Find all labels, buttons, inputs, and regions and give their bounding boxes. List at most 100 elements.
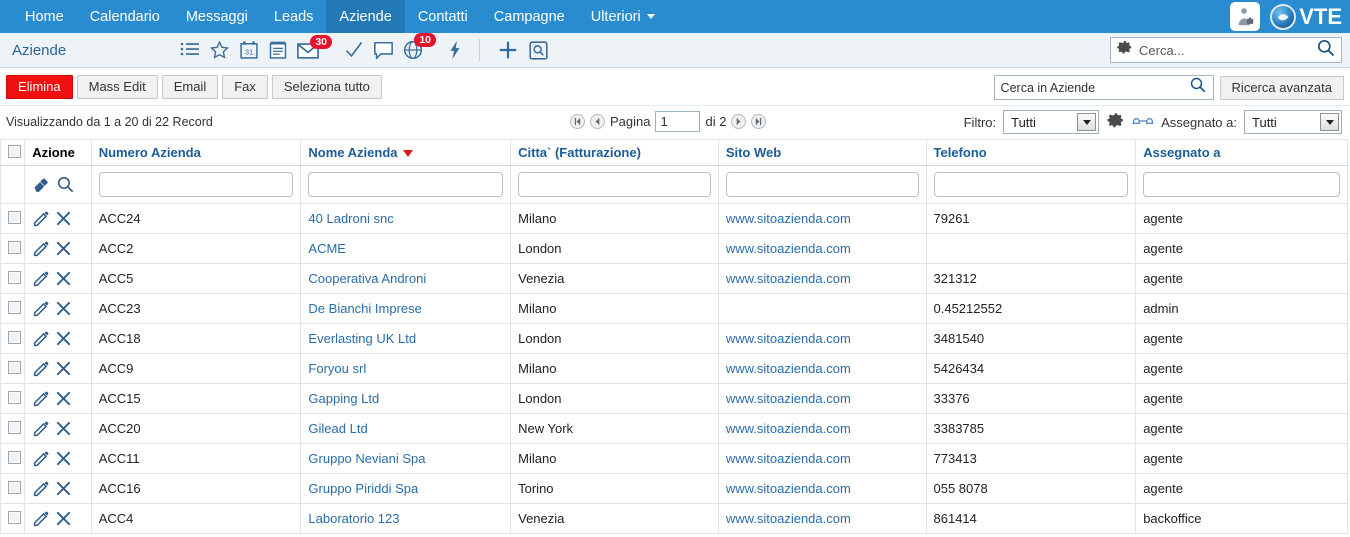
- user-avatar[interactable]: [1230, 2, 1261, 31]
- cell-nome-azienda[interactable]: Foryou srl: [300, 353, 512, 384]
- row-select-cell[interactable]: [0, 263, 26, 294]
- cell-nome-azienda-value[interactable]: Gruppo Neviani Spa: [308, 451, 425, 466]
- cell-sito-web-value[interactable]: www.sitoazienda.com: [726, 361, 851, 376]
- nav-item-campagne[interactable]: Campagne: [481, 0, 578, 33]
- cell-nome-azienda[interactable]: De Bianchi Imprese: [300, 293, 512, 324]
- row-checkbox[interactable]: [8, 210, 21, 224]
- cell-nome-azienda-value[interactable]: Cooperativa Androni: [308, 271, 426, 286]
- cell-nome-azienda-value[interactable]: Foryou srl: [308, 361, 366, 376]
- cell-nome-azienda-value[interactable]: Laboratorio 123: [308, 511, 399, 526]
- cell-sito-web[interactable]: [717, 293, 927, 324]
- quick-search-icon[interactable]: [528, 40, 549, 61]
- row-select-cell[interactable]: [0, 293, 26, 324]
- filter-sito-web-input[interactable]: [725, 172, 919, 197]
- module-search-box[interactable]: Cerca in Aziende: [993, 75, 1214, 100]
- gear-icon[interactable]: [1116, 39, 1133, 61]
- edit-icon[interactable]: [32, 420, 50, 438]
- nav-item-ulteriori[interactable]: Ulteriori: [578, 0, 668, 33]
- advanced-search-button[interactable]: Ricerca avanzata: [1219, 75, 1344, 100]
- cell-sito-web[interactable]: www.sitoazienda.com: [717, 323, 927, 354]
- cell-nome-azienda[interactable]: Cooperativa Androni: [300, 263, 512, 294]
- edit-icon[interactable]: [32, 270, 50, 288]
- glasses-icon[interactable]: [1132, 114, 1154, 131]
- row-select-cell[interactable]: [0, 323, 26, 354]
- cell-sito-web[interactable]: www.sitoazienda.com: [717, 503, 927, 534]
- edit-icon[interactable]: [32, 450, 50, 468]
- cell-nome-azienda[interactable]: ACME: [300, 233, 512, 264]
- row-select-cell[interactable]: [0, 353, 26, 384]
- row-select-cell[interactable]: [0, 413, 26, 444]
- delete-icon[interactable]: [55, 480, 72, 497]
- delete-icon[interactable]: [55, 360, 72, 377]
- filter-telefono-input[interactable]: [933, 172, 1129, 197]
- row-select-cell[interactable]: [0, 473, 26, 504]
- globe-icon[interactable]: 10: [403, 33, 436, 60]
- header-sito-web[interactable]: Sito Web: [717, 139, 927, 166]
- edit-icon[interactable]: [32, 240, 50, 258]
- row-checkbox[interactable]: [8, 300, 21, 314]
- cell-nome-azienda[interactable]: Laboratorio 123: [300, 503, 512, 534]
- row-checkbox[interactable]: [8, 240, 21, 254]
- filter-citta-input[interactable]: [518, 172, 711, 197]
- chat-icon[interactable]: [373, 41, 394, 60]
- cell-sito-web-value[interactable]: www.sitoazienda.com: [726, 421, 851, 436]
- envelope-icon[interactable]: 30: [297, 34, 332, 59]
- delete-icon[interactable]: [55, 300, 72, 317]
- cell-nome-azienda[interactable]: Gruppo Piriddi Spa: [300, 473, 512, 504]
- header-nome-azienda[interactable]: Nome Azienda: [300, 139, 512, 166]
- cell-nome-azienda[interactable]: Gilead Ltd: [300, 413, 512, 444]
- edit-icon[interactable]: [32, 510, 50, 528]
- row-checkbox[interactable]: [8, 510, 21, 524]
- fax-button[interactable]: Fax: [222, 74, 268, 99]
- edit-icon[interactable]: [32, 480, 50, 498]
- cell-nome-azienda-value[interactable]: Gapping Ltd: [308, 391, 379, 406]
- lightning-icon[interactable]: [448, 40, 462, 60]
- cell-nome-azienda-value[interactable]: Gilead Ltd: [308, 421, 367, 436]
- filter-settings-gear-icon[interactable]: [1106, 111, 1125, 133]
- email-button[interactable]: Email: [161, 74, 219, 99]
- cell-sito-web[interactable]: www.sitoazienda.com: [717, 203, 927, 234]
- row-checkbox[interactable]: [8, 330, 21, 344]
- cell-nome-azienda[interactable]: Everlasting UK Ltd: [300, 323, 512, 354]
- row-select-cell[interactable]: [0, 203, 26, 234]
- cell-sito-web-value[interactable]: www.sitoazienda.com: [726, 451, 851, 466]
- cell-nome-azienda-value[interactable]: Everlasting UK Ltd: [308, 331, 416, 346]
- row-select-cell[interactable]: [0, 443, 26, 474]
- page-number-input[interactable]: [655, 111, 701, 132]
- edit-icon[interactable]: [32, 360, 50, 378]
- list-icon[interactable]: [180, 41, 200, 59]
- row-checkbox[interactable]: [8, 480, 21, 494]
- cell-sito-web-value[interactable]: www.sitoazienda.com: [726, 331, 851, 346]
- cell-sito-web[interactable]: www.sitoazienda.com: [717, 473, 927, 504]
- header-citta[interactable]: Citta` (Fatturazione): [510, 139, 719, 166]
- notes-icon[interactable]: [268, 40, 288, 60]
- cell-sito-web[interactable]: www.sitoazienda.com: [717, 443, 927, 474]
- first-page-button[interactable]: [570, 114, 585, 129]
- mass-edit-button[interactable]: Mass Edit: [76, 74, 158, 99]
- cell-sito-web[interactable]: www.sitoazienda.com: [717, 233, 927, 264]
- delete-icon[interactable]: [55, 330, 72, 347]
- cell-nome-azienda[interactable]: Gruppo Neviani Spa: [300, 443, 512, 474]
- header-numero-azienda[interactable]: Numero Azienda: [90, 139, 302, 166]
- vte-logo[interactable]: VTE: [1270, 3, 1342, 30]
- edit-icon[interactable]: [32, 300, 50, 318]
- last-page-button[interactable]: [751, 114, 767, 129]
- delete-icon[interactable]: [55, 210, 72, 227]
- filter-nome-azienda-input[interactable]: [308, 172, 504, 197]
- next-page-button[interactable]: [731, 114, 747, 129]
- delete-icon[interactable]: [55, 510, 72, 527]
- edit-icon[interactable]: [32, 390, 50, 408]
- assigned-to-select[interactable]: Tutti: [1244, 110, 1342, 134]
- cell-sito-web-value[interactable]: www.sitoazienda.com: [726, 511, 851, 526]
- delete-icon[interactable]: [55, 390, 72, 407]
- edit-icon[interactable]: [32, 210, 50, 228]
- previous-page-button[interactable]: [590, 114, 605, 129]
- nav-item-leads[interactable]: Leads: [261, 0, 327, 33]
- cell-nome-azienda[interactable]: Gapping Ltd: [300, 383, 512, 414]
- cell-sito-web[interactable]: www.sitoazienda.com: [717, 263, 927, 294]
- nav-item-aziende[interactable]: Aziende: [326, 0, 405, 33]
- select-all-checkbox[interactable]: [8, 144, 21, 158]
- chevron-down-icon[interactable]: [1320, 113, 1339, 131]
- cell-sito-web-value[interactable]: www.sitoazienda.com: [726, 391, 851, 406]
- cell-nome-azienda-value[interactable]: ACME: [308, 241, 346, 256]
